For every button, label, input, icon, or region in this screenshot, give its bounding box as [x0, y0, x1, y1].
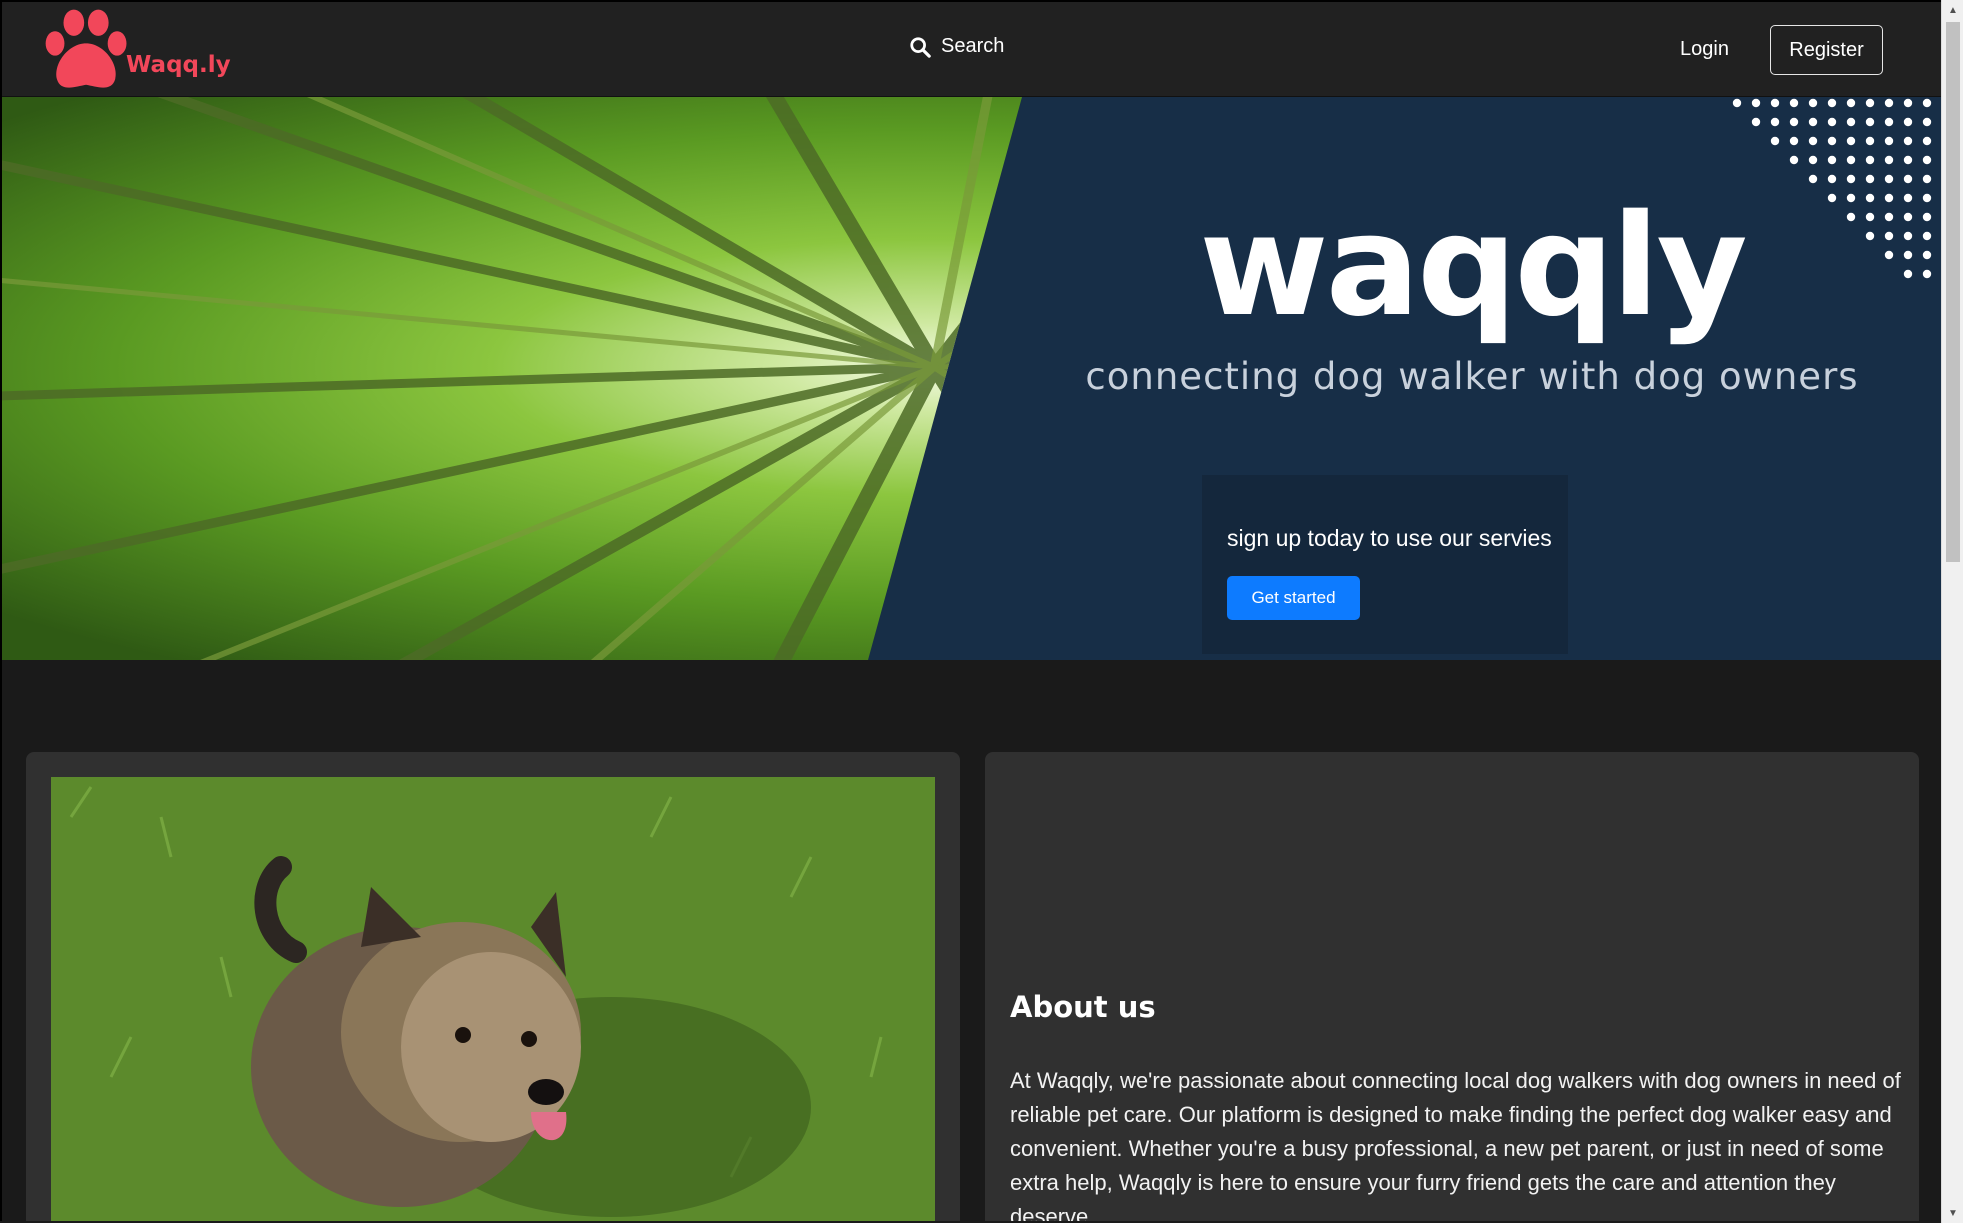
brand-logo[interactable]: Waqq.ly — [40, 5, 231, 93]
dog-image-card — [26, 752, 960, 1221]
navbar: Waqq.ly Search Login Register — [2, 2, 1941, 97]
scroll-thumb[interactable] — [1946, 22, 1960, 562]
login-link[interactable]: Login — [1680, 38, 1729, 61]
paw-icon — [45, 9, 127, 88]
about-us-title: About us — [1010, 990, 1156, 1024]
scroll-up-icon[interactable]: ▲ — [1942, 0, 1963, 20]
search-label: Search — [941, 35, 1005, 57]
brand-name: Waqq.ly — [126, 52, 231, 78]
about-us-card: About us At Waqqly, we're passionate abo… — [985, 752, 1919, 1221]
search-link[interactable]: Search — [909, 35, 1004, 58]
hero-banner: waqqly connecting dog walker with dog ow… — [2, 97, 1941, 660]
dog-photo — [51, 777, 935, 1221]
about-us-text: At Waqqly, we're passionate about connec… — [1010, 1068, 1901, 1221]
hero-tagline: connecting dog walker with dog owners — [1085, 355, 1859, 398]
register-button[interactable]: Register — [1770, 25, 1883, 75]
signup-panel: sign up today to use our servies Get sta… — [1202, 475, 1568, 654]
page-viewport: Waqq.ly Search Login Register waqqly con… — [0, 0, 1941, 1221]
search-icon — [910, 36, 931, 58]
signup-text: sign up today to use our servies — [1227, 525, 1552, 551]
get-started-button[interactable]: Get started — [1227, 576, 1360, 620]
hero-title: waqqly — [1199, 185, 1748, 348]
vertical-scrollbar[interactable]: ▲ ▼ — [1941, 0, 1963, 1223]
scroll-down-icon[interactable]: ▼ — [1942, 1203, 1963, 1223]
